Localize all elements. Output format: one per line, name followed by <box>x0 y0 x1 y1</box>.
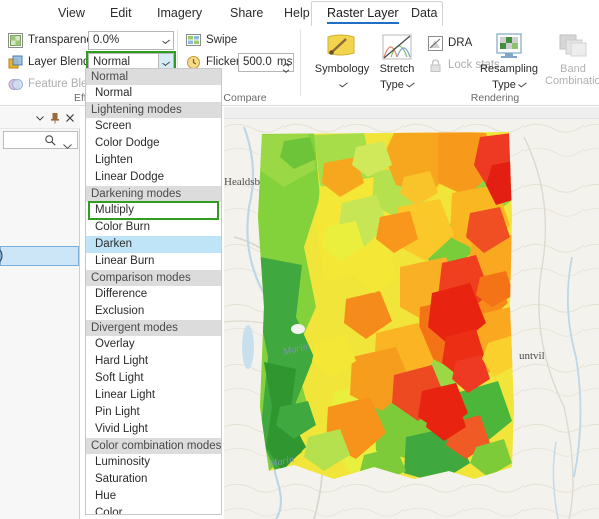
dropdown-item-soft-light[interactable]: Soft Light <box>86 370 221 387</box>
dropdown-group-header: Normal <box>86 69 221 85</box>
band-combination-button: Band Combination <box>545 29 599 87</box>
stretch-type-button[interactable]: Stretch Type <box>372 29 422 93</box>
stretch-type-icon <box>372 29 422 63</box>
dropdown-item-color-dodge[interactable]: Color Dodge <box>86 135 221 152</box>
symbology-icon <box>311 29 373 63</box>
tab-data[interactable]: Data <box>405 0 443 26</box>
transparency-combobox[interactable]: 0.0% <box>88 31 174 50</box>
dropdown-item-normal[interactable]: Normal <box>86 85 221 102</box>
arcgis-pro-window: View Edit Imagery Share Help Raster Laye… <box>0 0 599 519</box>
chevron-down-icon[interactable] <box>517 80 527 88</box>
flicker-value: 500.0 <box>243 56 272 68</box>
contents-list: a) <box>0 153 79 519</box>
dropdown-item-linear-light[interactable]: Linear Light <box>86 387 221 404</box>
dropdown-item-screen[interactable]: Screen <box>86 118 221 135</box>
list-item-label: a) <box>0 247 3 265</box>
dropdown-item-vivid-light[interactable]: Vivid Light <box>86 421 221 438</box>
dropdown-item-luminosity[interactable]: Luminosity <box>86 454 221 471</box>
map-label-healdsburg: Healdsb <box>224 176 261 188</box>
dropdown-group-header: Color combination modes <box>86 438 221 454</box>
lock-icon <box>428 58 443 73</box>
dropdown-group-header: Darkening modes <box>86 186 221 202</box>
dropdown-group-header: Comparison modes <box>86 270 221 286</box>
tab-raster-layer[interactable]: Raster Layer <box>321 0 405 26</box>
band-combination-label-2: Combination <box>545 75 599 87</box>
dropdown-item-overlay[interactable]: Overlay <box>86 336 221 353</box>
spinner-up-icon[interactable] <box>282 58 290 67</box>
chevron-down-icon[interactable] <box>33 111 47 125</box>
chevron-down-icon[interactable] <box>158 32 173 49</box>
map-top-strip <box>224 107 599 119</box>
search-input[interactable] <box>3 131 78 149</box>
dropdown-group-header: Divergent modes <box>86 320 221 336</box>
search-icon <box>44 134 57 152</box>
rendering-group-label: Rendering <box>470 92 520 104</box>
spinner-down-icon[interactable] <box>282 64 290 73</box>
tab-imagery[interactable]: Imagery <box>151 0 208 26</box>
tab-label: Imagery <box>157 6 203 20</box>
ribbon-tabstrip: View Edit Imagery Share Help Raster Laye… <box>0 0 599 26</box>
swipe-icon <box>186 33 201 48</box>
dropdown-item-color-burn[interactable]: Color Burn <box>86 219 221 236</box>
feature-blend-icon <box>8 77 23 92</box>
dropdown-item-exclusion[interactable]: Exclusion <box>86 303 221 320</box>
dropdown-item-lighten[interactable]: Lighten <box>86 152 221 169</box>
transparency-icon <box>8 33 23 48</box>
dropdown-item-difference[interactable]: Difference <box>86 286 221 303</box>
tab-label: Share <box>230 6 264 20</box>
layer-blend-dropdown[interactable]: Normal Normal Lightening modes Screen Color … <box>85 68 222 515</box>
transparency-value: 0.0% <box>93 34 120 46</box>
dropdown-item-darken[interactable]: Darken <box>86 236 221 253</box>
map-view[interactable]: Healdsb Marin Marin untvil <box>224 107 599 519</box>
flicker-duration-spinner[interactable]: 500.0 ms <box>238 53 294 73</box>
dropdown-item-linear-burn[interactable]: Linear Burn <box>86 253 221 270</box>
dra-label: DRA <box>448 37 473 49</box>
tab-label: Help <box>284 6 310 20</box>
active-tab-underline <box>327 22 399 24</box>
swipe-label: Swipe <box>206 34 238 46</box>
ribbon-divider-2 <box>300 30 301 96</box>
dropdown-item-multiply[interactable]: Multiply <box>88 201 219 220</box>
tab-label: Edit <box>110 6 132 20</box>
map-canvas: Healdsb Marin Marin untvil <box>224 107 599 519</box>
dropdown-item-hard-light[interactable]: Hard Light <box>86 353 221 370</box>
contents-pane: a) <box>0 107 80 519</box>
layer-blend-label: Layer Blend <box>28 56 90 68</box>
raster-layer <box>258 132 514 479</box>
tab-label: Raster Layer <box>327 6 399 20</box>
tab-view[interactable]: View <box>52 0 91 26</box>
chevron-down-icon[interactable] <box>339 80 348 88</box>
resampling-type-label-2: Type <box>492 79 516 91</box>
dropdown-item-linear-dodge[interactable]: Linear Dodge <box>86 169 221 186</box>
tab-help[interactable]: Help <box>278 0 316 26</box>
resampling-type-button[interactable]: Resampling Type <box>475 29 543 93</box>
pane-header <box>0 107 80 129</box>
tab-edit[interactable]: Edit <box>104 0 138 26</box>
layer-blend-icon <box>8 55 23 70</box>
pin-icon[interactable] <box>48 111 62 125</box>
tab-label: Data <box>411 6 438 20</box>
dropdown-item-color[interactable]: Color <box>86 505 221 514</box>
dropdown-item-pin-light[interactable]: Pin Light <box>86 404 221 421</box>
close-icon[interactable] <box>63 111 77 125</box>
dra-icon <box>428 36 443 51</box>
resampling-type-icon <box>475 29 543 63</box>
tab-share[interactable]: Share <box>224 0 269 26</box>
list-item[interactable]: a) <box>0 246 79 266</box>
symbology-button[interactable]: Symbology <box>311 29 373 93</box>
chevron-down-icon[interactable] <box>405 80 415 88</box>
map-label-yountville: untvil <box>519 350 545 362</box>
dropdown-item-saturation[interactable]: Saturation <box>86 471 221 488</box>
dropdown-item-hue[interactable]: Hue <box>86 488 221 505</box>
band-combination-icon <box>545 29 599 63</box>
dropdown-group-header: Lightening modes <box>86 102 221 118</box>
stretch-type-label-2: Type <box>380 79 404 91</box>
tab-label: View <box>58 6 85 20</box>
